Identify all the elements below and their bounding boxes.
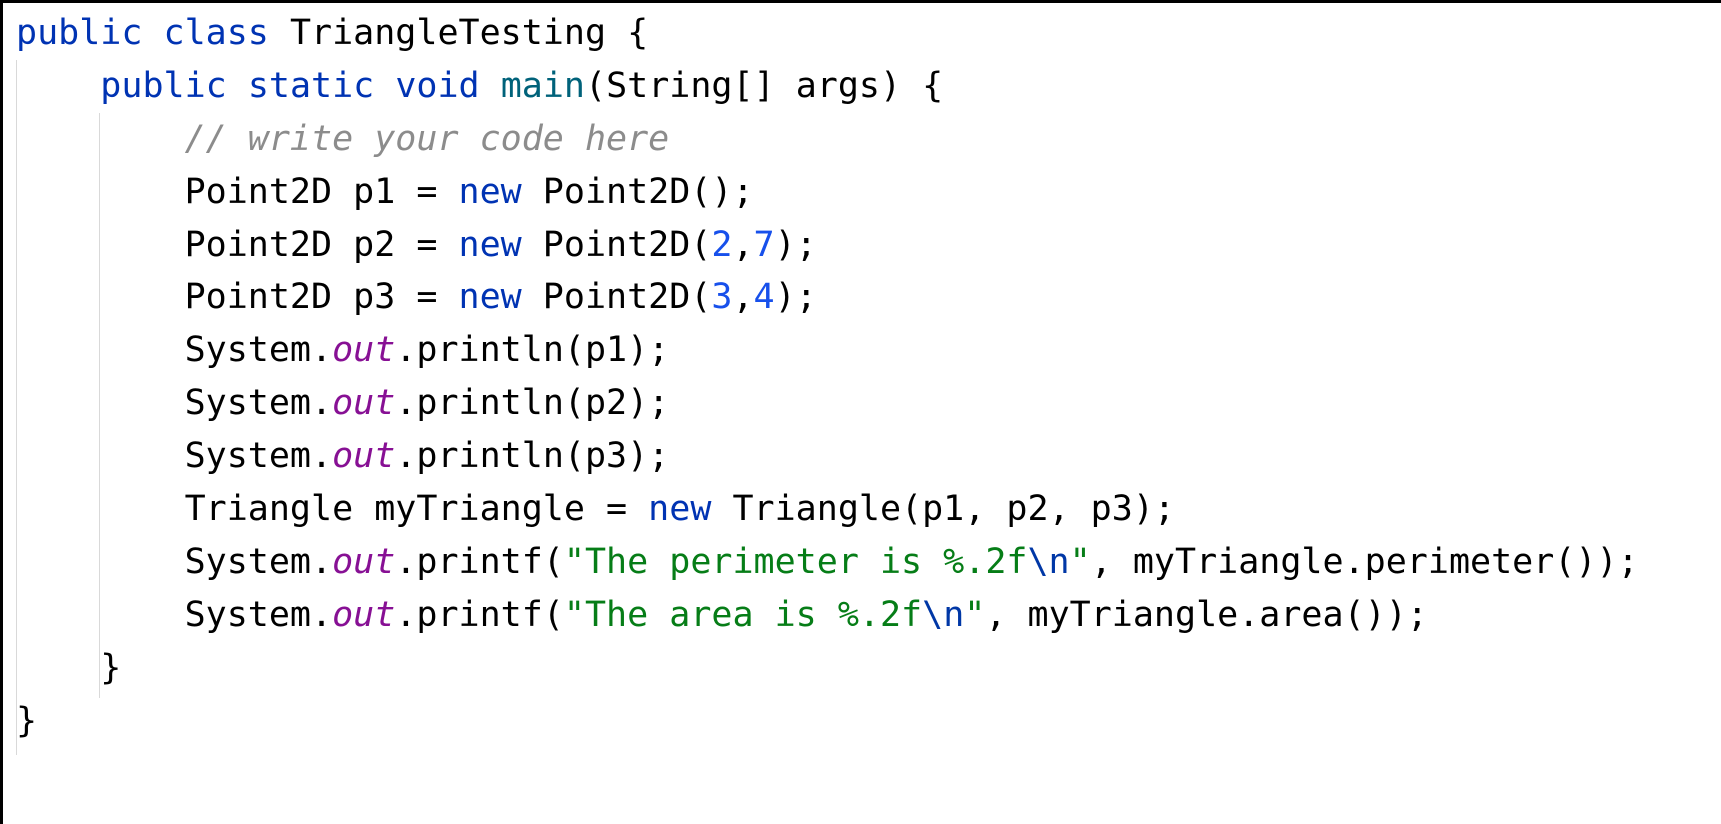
static-field-token: out [332, 436, 396, 476]
code-token: .println(p2); [395, 383, 670, 423]
string-token: "The perimeter is %.2f [563, 542, 1028, 582]
indentation [16, 119, 185, 159]
code-token: , myTriangle.area()); [985, 595, 1428, 635]
code-token: Point2D p2 = [184, 225, 459, 265]
keyword-token: new [458, 172, 522, 212]
indentation [16, 648, 100, 688]
code-line[interactable]: Triangle myTriangle = new Triangle(p1, p… [16, 483, 1175, 535]
indentation [16, 542, 185, 582]
code-token: TriangleTesting { [268, 13, 649, 53]
static-field-token: out [332, 542, 396, 582]
code-token: System. [184, 542, 333, 582]
code-line[interactable]: } [16, 695, 37, 747]
code-token: Point2D( [521, 277, 712, 317]
string-token: " [1069, 542, 1091, 582]
static-field-token: out [332, 330, 396, 370]
indentation [16, 383, 185, 423]
number-token: 2 [711, 225, 733, 265]
code-token: Point2D p3 = [184, 277, 459, 317]
keyword-token: static [247, 66, 375, 106]
keyword-token: public [100, 66, 227, 106]
code-token: , [732, 277, 754, 317]
code-token: ); [774, 225, 817, 265]
code-editor[interactable]: public class TriangleTesting { public st… [0, 0, 1721, 824]
indentation [16, 277, 185, 317]
keyword-token: new [458, 277, 522, 317]
code-token: Point2D(); [521, 172, 754, 212]
comment-token: // write your code here [184, 119, 670, 159]
keyword-token: void [395, 66, 480, 106]
code-token: System. [184, 436, 333, 476]
static-field-token: out [332, 383, 396, 423]
number-token: 7 [753, 225, 775, 265]
keyword-token: new [648, 489, 712, 529]
indentation [16, 172, 185, 212]
string-token: " [964, 595, 986, 635]
code-line[interactable]: Point2D p3 = new Point2D(3,4); [16, 271, 817, 323]
indentation [16, 330, 185, 370]
code-token: } [100, 648, 122, 688]
escape-token: \n [922, 595, 965, 635]
code-token: , [732, 225, 754, 265]
number-token: 4 [753, 277, 775, 317]
code-token: ); [774, 277, 817, 317]
code-token: } [16, 701, 38, 741]
indentation [16, 436, 185, 476]
keyword-token: new [458, 225, 522, 265]
code-line[interactable]: // write your code here [16, 113, 670, 165]
code-token: Triangle(p1, p2, p3); [711, 489, 1175, 529]
code-token: (String[] args) { [585, 66, 944, 106]
string-token: "The area is %.2f [563, 595, 923, 635]
indentation [16, 225, 185, 265]
code-line[interactable]: System.out.printf("The perimeter is %.2f… [16, 536, 1639, 588]
code-token: Point2D( [521, 225, 712, 265]
code-token: .println(p3); [395, 436, 670, 476]
code-line[interactable]: } [16, 642, 121, 694]
code-token: , myTriangle.perimeter()); [1090, 542, 1639, 582]
keyword-token: class [163, 13, 269, 53]
indentation [16, 489, 185, 529]
code-token: Point2D p1 = [184, 172, 459, 212]
escape-token: \n [1027, 542, 1070, 582]
code-token: .printf( [395, 595, 564, 635]
code-token: Triangle myTriangle = [184, 489, 649, 529]
indentation [16, 66, 100, 106]
code-token: System. [184, 595, 333, 635]
keyword-token: public [16, 13, 143, 53]
code-line[interactable]: Point2D p2 = new Point2D(2,7); [16, 219, 817, 271]
code-line[interactable]: public static void main(String[] args) { [16, 60, 943, 112]
code-token: System. [184, 330, 333, 370]
code-line[interactable]: public class TriangleTesting { [16, 7, 648, 59]
method-name-token: main [500, 66, 585, 106]
code-token: .println(p1); [395, 330, 670, 370]
code-line[interactable]: System.out.printf("The area is %.2f\n", … [16, 589, 1428, 641]
indentation [16, 595, 185, 635]
code-token: .printf( [395, 542, 564, 582]
code-line[interactable]: System.out.println(p3); [16, 430, 670, 482]
code-line[interactable]: System.out.println(p1); [16, 324, 670, 376]
number-token: 3 [711, 277, 733, 317]
code-line[interactable]: Point2D p1 = new Point2D(); [16, 166, 754, 218]
code-line[interactable]: System.out.println(p2); [16, 377, 670, 429]
static-field-token: out [332, 595, 396, 635]
code-token: System. [184, 383, 333, 423]
